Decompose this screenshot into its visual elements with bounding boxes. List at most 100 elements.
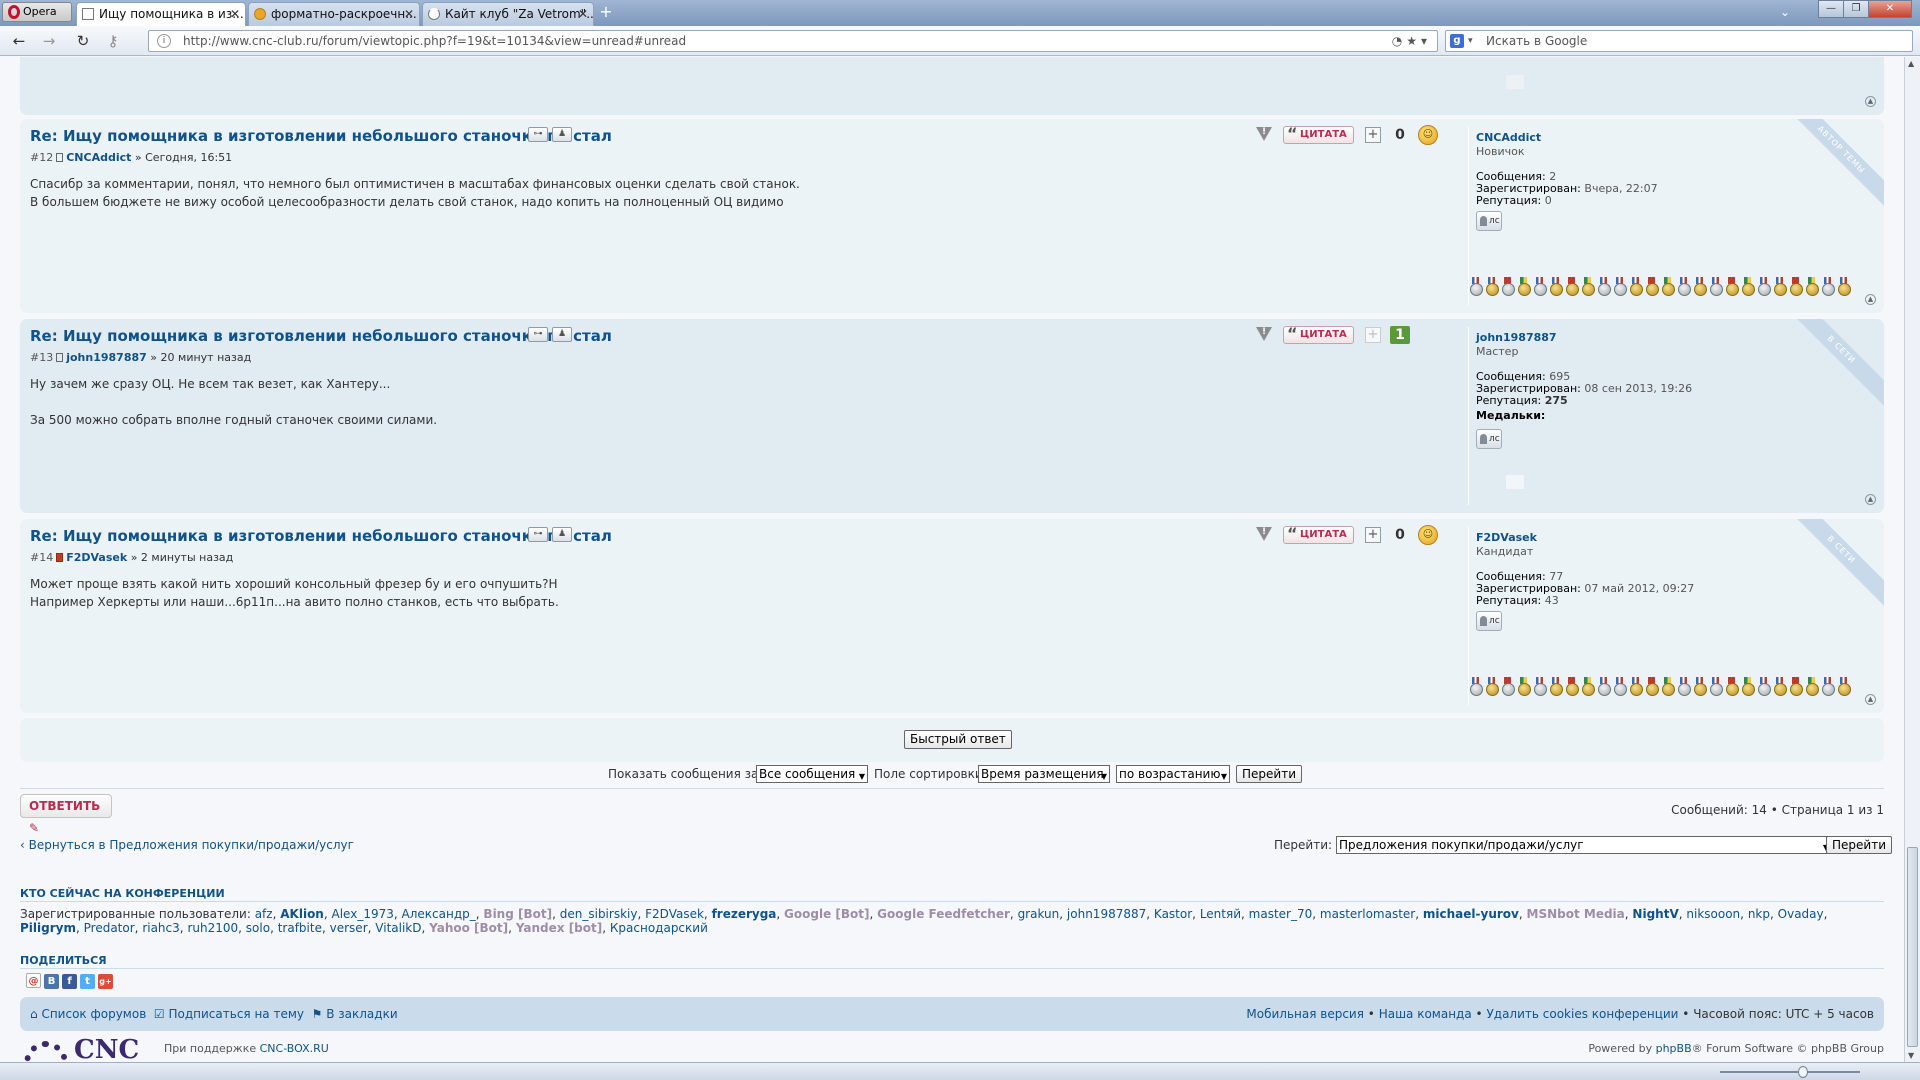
back-icon[interactable]: ← bbox=[10, 32, 28, 50]
post-profile-icon[interactable]: ♟ bbox=[552, 327, 572, 342]
key-icon[interactable]: ⚷ bbox=[104, 32, 122, 50]
sort-order-select[interactable]: по возрастанию bbox=[1116, 765, 1230, 785]
back-to-top-icon[interactable]: ▲ bbox=[1865, 294, 1876, 305]
back-to-top-icon[interactable]: ▲ bbox=[1865, 694, 1876, 705]
quote-button[interactable]: ЦИТАТА bbox=[1283, 326, 1354, 344]
scroll-up-icon[interactable]: ▲ bbox=[1908, 59, 1914, 68]
tab-format-saw[interactable]: форматно-раскроечн... ✕ bbox=[248, 2, 420, 26]
post-author[interactable]: F2DVasek bbox=[66, 551, 127, 564]
profile-name[interactable]: F2DVasek bbox=[1476, 531, 1866, 544]
reply-button[interactable]: ОТВЕТИТЬ ✎ bbox=[20, 794, 112, 835]
online-user-link[interactable]: niksooon bbox=[1686, 907, 1740, 921]
tab-close-icon[interactable]: ✕ bbox=[404, 3, 414, 25]
quote-button[interactable]: ЦИТАТА bbox=[1283, 126, 1354, 144]
post-title[interactable]: Re: Ищу помощника в изготовлении небольш… bbox=[30, 127, 612, 145]
online-user-link[interactable]: F2DVasek bbox=[645, 907, 704, 921]
jump-go-button[interactable]: Перейти bbox=[1826, 836, 1892, 854]
share-twitter-icon[interactable]: t bbox=[80, 974, 95, 989]
online-user-link[interactable]: den_sibirskiy bbox=[560, 907, 638, 921]
online-user-link[interactable]: Краснодарский bbox=[610, 921, 708, 935]
reputation-plus-button[interactable]: + bbox=[1365, 127, 1381, 143]
online-user-link[interactable]: Predator bbox=[84, 921, 135, 935]
forward-icon[interactable]: → bbox=[40, 32, 58, 50]
phpbb-link[interactable]: phpBB bbox=[1656, 1042, 1692, 1055]
private-message-button[interactable]: лс bbox=[1476, 429, 1502, 449]
search-box[interactable]: g ▾ Искать в Google bbox=[1445, 30, 1913, 52]
quote-button[interactable]: ЦИТАТА bbox=[1283, 526, 1354, 544]
scroll-down-icon[interactable]: ▼ bbox=[1908, 1051, 1914, 1060]
online-user-link[interactable]: masterlomaster bbox=[1320, 907, 1415, 921]
maximize-button[interactable]: ❐ bbox=[1843, 0, 1869, 18]
post-number[interactable]: #13 bbox=[30, 351, 53, 364]
back-to-top-icon[interactable]: ▲ bbox=[1865, 494, 1876, 505]
online-user-link[interactable]: solo bbox=[246, 921, 270, 935]
reputation-plus-button[interactable]: + bbox=[1365, 527, 1381, 543]
sort-go-button[interactable]: Перейти bbox=[1236, 765, 1302, 783]
tab-list-chevron-icon[interactable]: ⌄ bbox=[1780, 5, 1790, 19]
online-user-link[interactable]: grakun bbox=[1018, 907, 1060, 921]
reload-icon[interactable]: ↻ bbox=[74, 32, 92, 50]
online-user-link[interactable]: verser bbox=[330, 921, 368, 935]
reputation-plus-button[interactable]: + bbox=[1365, 327, 1381, 343]
post-link-icon[interactable]: ⊶ bbox=[528, 527, 548, 542]
post-profile-icon[interactable]: ♟ bbox=[552, 527, 572, 542]
online-user-link[interactable]: Alex_1973 bbox=[332, 907, 394, 921]
share-facebook-icon[interactable]: f bbox=[62, 974, 77, 989]
post-profile-icon[interactable]: ♟ bbox=[552, 127, 572, 142]
online-user-link[interactable]: Lentяй bbox=[1200, 907, 1241, 921]
tab-close-icon[interactable]: ✕ bbox=[578, 3, 588, 25]
post-link-icon[interactable]: ⊶ bbox=[528, 327, 548, 342]
show-posts-select[interactable]: Все сообщения bbox=[756, 765, 868, 785]
support-link[interactable]: CNC-BOX.RU bbox=[260, 1042, 329, 1055]
online-user-link[interactable]: riahc3 bbox=[142, 921, 179, 935]
post-number[interactable]: #14 bbox=[30, 551, 53, 564]
online-user-link[interactable]: Александр_ bbox=[402, 907, 476, 921]
site-info-icon[interactable]: i bbox=[157, 34, 171, 48]
tab-forum-topic[interactable]: Ищу помощника в из... ✕ bbox=[76, 2, 246, 26]
online-user-link[interactable]: Google [Bot] bbox=[784, 907, 869, 921]
online-user-link[interactable]: john1987887 bbox=[1067, 907, 1146, 921]
online-user-link[interactable]: Yandex [bot] bbox=[516, 921, 602, 935]
close-window-button[interactable]: ✕ bbox=[1868, 0, 1912, 18]
post-link-icon[interactable]: ⊶ bbox=[528, 127, 548, 142]
online-user-link[interactable]: MSNbot Media bbox=[1527, 907, 1625, 921]
online-user-link[interactable]: trafbite bbox=[278, 921, 322, 935]
opera-menu-button[interactable]: Opera bbox=[2, 2, 72, 22]
tab-close-icon[interactable]: ✕ bbox=[230, 3, 240, 25]
private-message-button[interactable]: лс bbox=[1476, 211, 1502, 231]
search-engine-caret-icon[interactable]: ▾ bbox=[1468, 31, 1473, 51]
post-title[interactable]: Re: Ищу помощника в изготовлении небольш… bbox=[30, 527, 612, 545]
quick-reply-button[interactable]: Быстрый ответ bbox=[904, 730, 1012, 749]
address-bar[interactable]: i http://www.cnc-club.ru/forum/viewtopic… bbox=[148, 30, 1438, 52]
bookmark-link[interactable]: В закладки bbox=[326, 1007, 397, 1021]
zoom-slider-knob[interactable] bbox=[1798, 1066, 1808, 1078]
post-author[interactable]: john1987887 bbox=[66, 351, 147, 364]
online-user-link[interactable]: NightV bbox=[1632, 907, 1678, 921]
online-user-link[interactable]: Piligrym bbox=[20, 921, 76, 935]
online-user-link[interactable]: VitalikD bbox=[375, 921, 421, 935]
scrollbar-thumb[interactable] bbox=[1907, 847, 1918, 1047]
tab-kite-club[interactable]: Кайт клуб "Za Vetrom"... ✕ bbox=[422, 2, 594, 26]
online-user-link[interactable]: frezeryga bbox=[712, 907, 777, 921]
minimize-button[interactable]: — bbox=[1818, 0, 1844, 18]
online-user-link[interactable]: Bing [Bot] bbox=[483, 907, 552, 921]
forum-index-link[interactable]: Список форумов bbox=[41, 1007, 146, 1021]
online-user-link[interactable]: Google Feedfetcher bbox=[877, 907, 1010, 921]
team-link[interactable]: Наша команда bbox=[1379, 1007, 1472, 1021]
new-tab-button[interactable]: + bbox=[596, 3, 616, 23]
share-email-icon[interactable]: @ bbox=[26, 973, 41, 988]
post-number[interactable]: #12 bbox=[30, 151, 53, 164]
profile-name[interactable]: CNCAddict bbox=[1476, 131, 1866, 144]
post-author[interactable]: CNCAddict bbox=[66, 151, 131, 164]
online-user-link[interactable]: afz bbox=[255, 907, 273, 921]
back-to-forum-link[interactable]: ‹ Вернуться в Предложения покупки/продаж… bbox=[20, 838, 354, 852]
share-googleplus-icon[interactable]: g+ bbox=[98, 974, 113, 989]
post-title[interactable]: Re: Ищу помощника в изготовлении небольш… bbox=[30, 327, 612, 345]
private-message-button[interactable]: лс bbox=[1476, 611, 1502, 631]
report-warning-icon[interactable] bbox=[1256, 527, 1272, 541]
online-user-link[interactable]: Ovaday bbox=[1778, 907, 1824, 921]
online-user-link[interactable]: Yahoo [Bot] bbox=[429, 921, 508, 935]
sort-field-select[interactable]: Время размещения bbox=[978, 765, 1110, 785]
online-user-link[interactable]: Kastor bbox=[1154, 907, 1192, 921]
subscribe-checkbox-icon[interactable]: ☑ bbox=[154, 1007, 165, 1021]
